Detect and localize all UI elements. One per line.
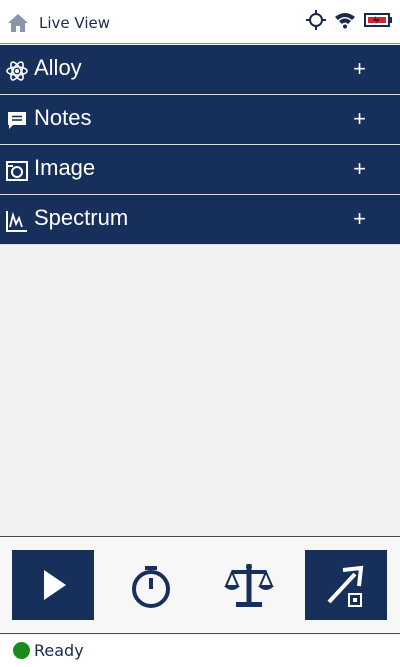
battery-charging-icon xyxy=(364,12,392,28)
panel-notes[interactable]: Notes + xyxy=(0,95,400,145)
panel-alloy[interactable]: Alloy + xyxy=(0,45,400,95)
timer-button[interactable] xyxy=(110,550,192,620)
panel-spectrum[interactable]: Spectrum + xyxy=(0,195,400,245)
expand-button[interactable]: + xyxy=(353,206,366,232)
app-header: Live View xyxy=(0,0,400,44)
live-view-panels: Alloy + Notes + Image + Spectrum + xyxy=(0,45,400,245)
expand-button[interactable]: + xyxy=(353,106,366,132)
start-button[interactable] xyxy=(12,550,94,620)
spectrum-chart-icon xyxy=(5,209,29,233)
status-icons xyxy=(306,10,392,30)
atom-icon xyxy=(5,59,29,83)
panel-label: Notes xyxy=(34,105,92,130)
status-bar: Ready xyxy=(0,635,400,667)
status-text: Ready xyxy=(34,641,84,660)
camera-icon xyxy=(5,159,29,183)
expand-button[interactable]: + xyxy=(353,156,366,182)
panel-label: Alloy xyxy=(34,55,82,80)
comment-icon xyxy=(5,109,29,133)
status-indicator xyxy=(13,642,30,659)
panel-label: Image xyxy=(34,155,96,180)
home-icon[interactable] xyxy=(7,13,29,33)
bottom-toolbar xyxy=(0,536,400,634)
expand-button[interactable]: + xyxy=(353,56,366,82)
calibrate-button[interactable] xyxy=(208,550,290,620)
crosshair-icon xyxy=(306,10,326,30)
export-button[interactable] xyxy=(305,550,387,620)
panel-image[interactable]: Image + xyxy=(0,145,400,195)
page-title: Live View xyxy=(39,14,110,32)
panel-label: Spectrum xyxy=(34,205,129,230)
wifi-icon xyxy=(334,11,356,29)
